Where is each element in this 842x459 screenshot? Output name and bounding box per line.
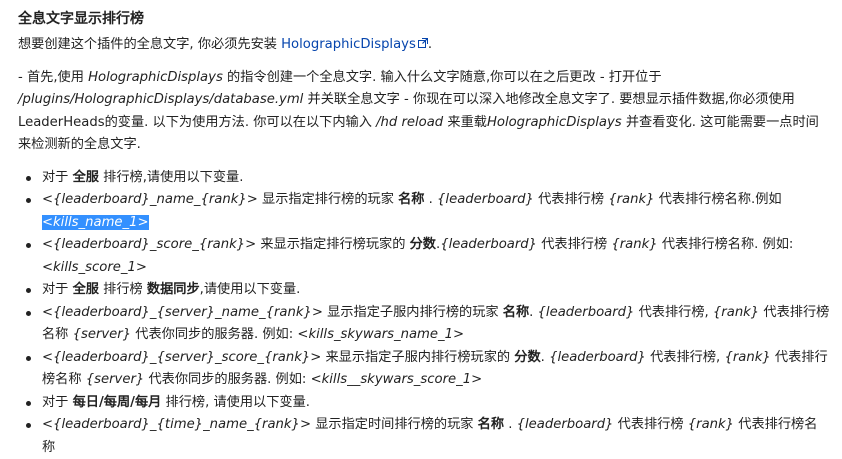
list-item: 对于 全服 排行榜 数据同步,请使用以下变量. [42, 279, 830, 302]
list-item: <{leaderboard}_{server}_score_{rank}> 来显… [42, 347, 830, 392]
list-item: 对于 每日/每周/每月 排行榜, 请使用以下变量. [42, 392, 830, 415]
instr-database-path: /plugins/HolographicDisplays/database.ym… [18, 92, 303, 107]
instr-part-7: 来重载 [443, 115, 487, 130]
list-item: <{leaderboard}_score_{rank}> 来显示指定排行榜玩家的… [42, 234, 830, 279]
instructions-paragraph: - 首先,使用 HolographicDisplays 的指令创建一个全息文字.… [18, 67, 830, 157]
holographicdisplays-link[interactable]: HolographicDisplays [281, 37, 416, 52]
list-item: <{leaderboard}_{server}_name_{rank}> 显示指… [42, 302, 830, 347]
instr-part-1: - 首先,使用 [18, 70, 88, 85]
list-item: 对于 全服 排行榜,请使用以下变量. [42, 167, 830, 190]
list-item: <{leaderboard}_name_{rank}> 显示指定排行榜的玩家 名… [42, 189, 830, 234]
instr-plugin-name: HolographicDisplays [88, 70, 223, 85]
document-section: 全息文字显示排行榜 想要创建这个插件的全息文字, 你必须先安装 Holograp… [18, 8, 830, 459]
selected-example-text[interactable]: <kills_name_1> [42, 215, 149, 230]
instr-plugin-name-2: HolographicDisplays [487, 115, 622, 130]
instr-reload-command: /hd reload [376, 115, 443, 130]
placeholder-list: 对于 全服 排行榜,请使用以下变量. <{leaderboard}_name_{… [18, 167, 830, 459]
instr-part-3: 的指令创建一个全息文字. 输入什么文字随意,你可以在之后更改 - 打开位于 [223, 70, 662, 85]
section-title: 全息文字显示排行榜 [18, 8, 830, 30]
external-link-icon [418, 38, 428, 48]
intro-end: . [428, 37, 432, 52]
intro-paragraph: 想要创建这个插件的全息文字, 你必须先安装 HolographicDisplay… [18, 34, 830, 57]
intro-text: 想要创建这个插件的全息文字, 你必须先安装 [18, 37, 281, 52]
list-item: <{leaderboard}_{time}_name_{rank}> 显示指定时… [42, 414, 830, 459]
